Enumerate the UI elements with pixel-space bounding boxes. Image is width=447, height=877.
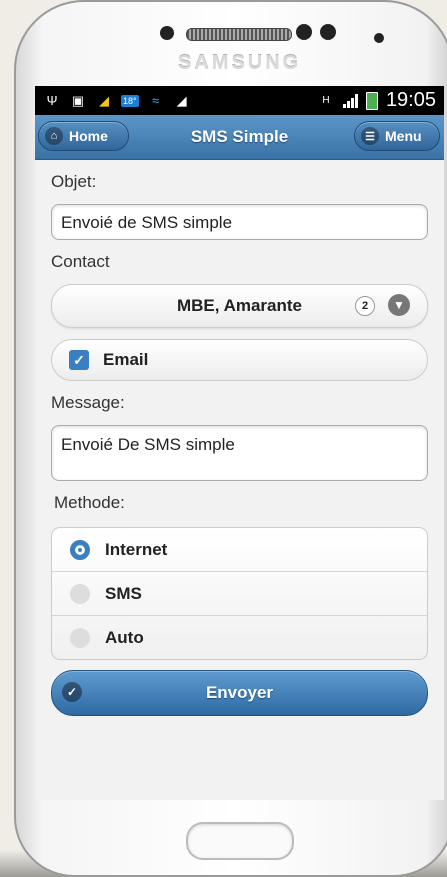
app-header: ⌂ Home SMS Simple ☰ Menu xyxy=(35,115,444,160)
earpiece-speaker xyxy=(186,28,292,41)
radio-unselected-icon xyxy=(70,627,90,648)
wifi-icon: ≈ xyxy=(152,93,160,108)
contact-select[interactable]: MBE, Amarante 2 ▼ xyxy=(51,284,428,328)
envoyer-button-label: Envoyer xyxy=(205,683,274,702)
device-brand: SAMSUNG xyxy=(178,52,302,74)
objet-label: Objet: xyxy=(51,172,97,191)
email-checkbox[interactable]: ✓ Email xyxy=(51,339,428,381)
methode-radio-group: Internet SMS Auto xyxy=(51,527,428,660)
envoyer-button[interactable]: ✓ Envoyer xyxy=(51,670,428,716)
objet-input[interactable]: Envoié de SMS simple xyxy=(51,204,428,240)
radio-label: SMS xyxy=(105,583,142,603)
message-label: Message: xyxy=(51,393,125,412)
message-textarea[interactable]: Envoié De SMS simple xyxy=(51,425,428,481)
contact-count-badge: 2 xyxy=(355,296,375,316)
status-bar: Ψ ▣ ◢ 18° ≈ ◢ H 19:05 xyxy=(35,86,444,115)
radio-label: Auto xyxy=(105,627,144,647)
radio-selected-icon xyxy=(70,539,90,560)
email-checkbox-label: Email xyxy=(103,350,149,369)
radio-option-auto[interactable]: Auto xyxy=(52,615,427,659)
network-type-icon: H xyxy=(322,95,330,106)
broom-icon: ◢ xyxy=(99,92,109,108)
weather-badge: 18° xyxy=(121,94,139,107)
form-content: Objet: Envoié de SMS simple Contact MBE,… xyxy=(35,172,444,716)
radio-option-internet[interactable]: Internet xyxy=(52,528,427,571)
front-camera-icon xyxy=(296,24,312,40)
proximity-sensor-icon xyxy=(374,33,384,43)
hardware-home-key[interactable] xyxy=(186,822,294,860)
menu-button[interactable]: ☰ Menu xyxy=(354,121,440,151)
chevron-down-icon: ▼ xyxy=(388,294,410,316)
image-icon: ▣ xyxy=(71,92,85,108)
checkmark-icon: ✓ xyxy=(69,350,89,370)
radio-unselected-icon xyxy=(70,583,90,604)
usb-icon: Ψ xyxy=(46,93,58,108)
broom-icon: ◢ xyxy=(176,92,187,108)
screen: Ψ ▣ ◢ 18° ≈ ◢ H 19:05 ⌂ Home SMS Simple … xyxy=(35,86,444,800)
front-sensor-icon xyxy=(160,26,174,40)
methode-label: Methode: xyxy=(54,493,125,512)
menu-icon: ☰ xyxy=(361,127,379,145)
menu-button-label: Menu xyxy=(385,128,422,144)
signal-icon xyxy=(342,93,358,108)
battery-icon xyxy=(365,91,378,110)
front-camera-icon xyxy=(320,24,336,40)
radio-label: Internet xyxy=(105,539,168,559)
radio-option-sms[interactable]: SMS xyxy=(52,571,427,615)
status-time: 19:05 xyxy=(385,89,436,111)
contact-label: Contact xyxy=(51,252,110,271)
